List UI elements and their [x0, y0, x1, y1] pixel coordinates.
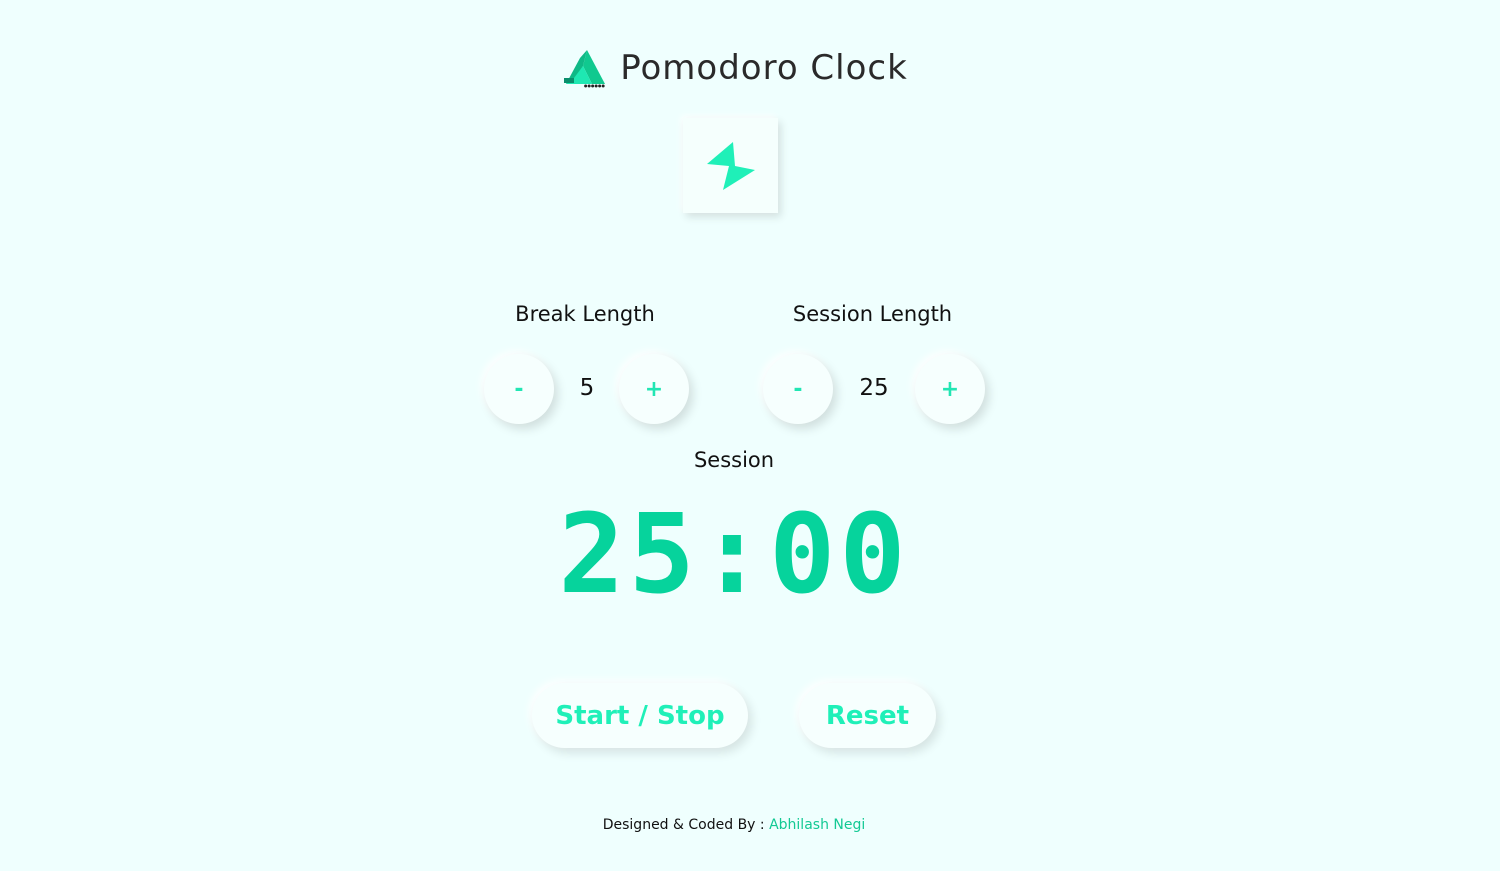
- break-decrement-button[interactable]: -: [484, 354, 554, 424]
- timer-display: 25:00: [558, 490, 910, 618]
- session-length-value: 25: [859, 375, 889, 401]
- reset-button[interactable]: Reset: [799, 683, 936, 748]
- break-length-label: Break Length: [515, 302, 655, 326]
- header: ●●●●●● Pomodoro Clock: [0, 48, 1500, 88]
- timer-label: Session: [693, 448, 775, 472]
- app-title: Pomodoro Clock: [620, 48, 908, 88]
- break-increment-button[interactable]: +: [619, 354, 689, 424]
- author-link[interactable]: Abhilash Negi: [769, 817, 865, 833]
- session-decrement-button[interactable]: -: [763, 354, 833, 424]
- footer: Designed & Coded By : Abhilash Negi: [0, 817, 1468, 833]
- session-length-label: Session Length: [792, 302, 953, 326]
- lightning-bolt-icon: [706, 141, 755, 190]
- footer-credit-prefix: Designed & Coded By :: [602, 817, 765, 833]
- pomodoro-page: ●●●●●● Pomodoro Clock Break Length - 5 +…: [0, 0, 1500, 871]
- start-stop-button[interactable]: Start / Stop: [532, 683, 748, 748]
- svg-text:●●●●●●: ●●●●●●: [584, 83, 605, 88]
- triangle-logo-icon: ●●●●●●: [564, 50, 606, 88]
- session-increment-button[interactable]: +: [915, 354, 985, 424]
- break-length-value: 5: [579, 375, 595, 401]
- bolt-tile: [683, 118, 778, 213]
